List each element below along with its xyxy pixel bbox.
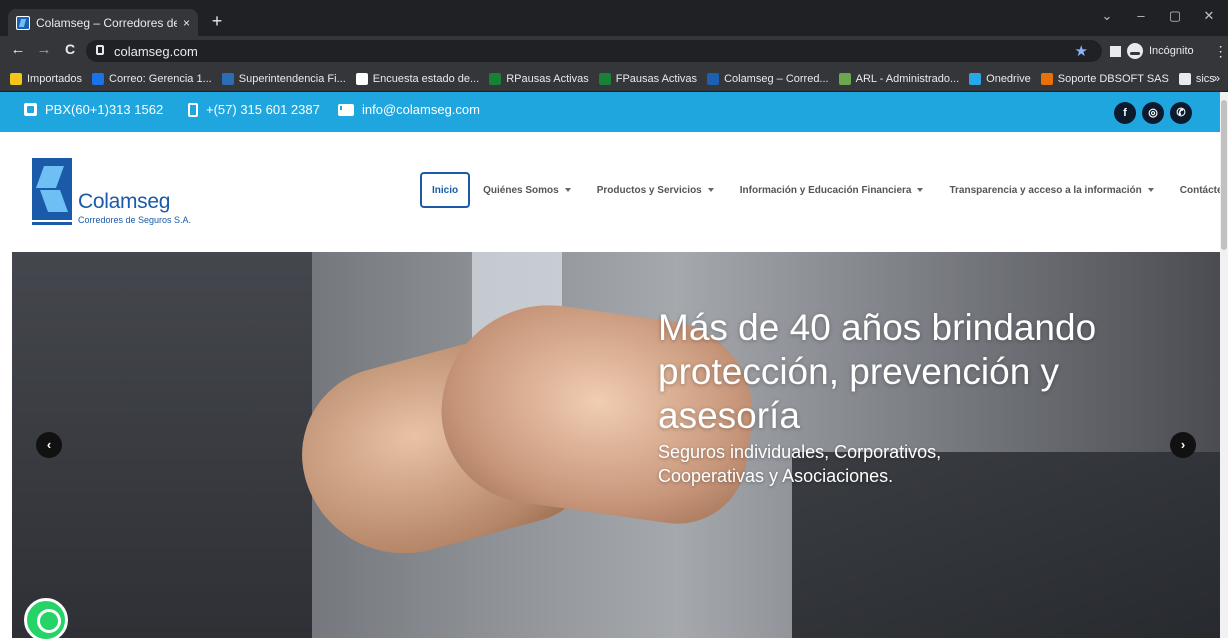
phone-text: PBX(60+1)313 1562 xyxy=(45,102,164,117)
bookmark-item[interactable]: Correo: Gerencia 1... xyxy=(92,72,212,85)
contact-bar: PBX(60+1)313 1562 +(57) 315 601 2387 inf… xyxy=(0,92,1220,132)
bookmark-item[interactable]: Importados xyxy=(10,72,83,85)
hero-title: Más de 40 años brindando protección, pre… xyxy=(658,307,1097,436)
phone-link[interactable]: PBX(60+1)313 1562 xyxy=(24,102,163,117)
whatsapp-float-button[interactable] xyxy=(24,598,68,642)
caret-down-icon xyxy=(1147,188,1154,192)
nav-item-informacion[interactable]: Información y Educación Financiera xyxy=(727,172,937,208)
lock-icon xyxy=(96,45,104,55)
google-icon xyxy=(355,72,368,85)
site-logo[interactable]: Colamseg Corredores de Seguros S.A. xyxy=(32,158,202,228)
onedrive-icon xyxy=(969,72,982,85)
logo-subtitle: Corredores de Seguros S.A. xyxy=(78,215,192,225)
mobile-phone-icon xyxy=(188,102,198,117)
caret-down-icon xyxy=(707,188,714,192)
document-icon xyxy=(1178,72,1191,85)
bookmark-item[interactable]: Soporte DBSOFT SAS xyxy=(1040,72,1169,85)
browser-menu-icon[interactable]: ⋮ xyxy=(1214,43,1228,60)
nav-label: Transparencia y acceso a la información xyxy=(949,184,1142,196)
nav-label: Inicio xyxy=(432,184,459,196)
minimize-button[interactable]: – xyxy=(1126,8,1156,23)
bookmark-item[interactable]: RPausas Activas xyxy=(489,72,589,85)
colamseg-icon xyxy=(707,72,720,85)
restore-button[interactable]: ▢ xyxy=(1160,8,1190,24)
bookmark-label: FPausas Activas xyxy=(615,72,698,85)
site-header: Colamseg Corredores de Seguros S.A. Inic… xyxy=(0,132,1228,252)
nav-item-transparencia[interactable]: Transparencia y acceso a la información xyxy=(936,172,1166,208)
slider-prev-button[interactable]: ‹ xyxy=(36,432,62,458)
phone-icon xyxy=(24,103,37,116)
bookmark-label: RPausas Activas xyxy=(506,72,589,85)
logo-mark xyxy=(32,158,72,220)
bookmark-label: Correo: Gerencia 1... xyxy=(109,72,212,85)
whatsapp-icon[interactable]: ✆ xyxy=(1170,102,1192,124)
bookmark-label: Superintendencia Fi... xyxy=(238,72,346,85)
bookmark-item[interactable]: Onedrive xyxy=(969,72,1031,85)
slider-next-button[interactable]: › xyxy=(1170,432,1196,458)
scrollbar-thumb[interactable] xyxy=(1221,100,1227,250)
logo-name: Colamseg xyxy=(78,190,171,213)
forms-icon xyxy=(598,72,611,85)
arl-icon xyxy=(838,72,851,85)
bookmark-item[interactable]: ARL - Administrado... xyxy=(838,72,960,85)
bookmark-star-icon[interactable]: ★ xyxy=(1075,42,1088,60)
nav-item-contactenos[interactable]: Contáctenos xyxy=(1167,172,1228,208)
sfc-icon xyxy=(221,72,234,85)
forward-button[interactable]: → xyxy=(34,41,54,58)
email-icon xyxy=(338,103,356,116)
bookmark-item[interactable]: FPausas Activas xyxy=(598,72,698,85)
bookmarks-more-button[interactable]: » xyxy=(1213,71,1220,85)
facebook-icon[interactable]: f xyxy=(1114,102,1136,124)
forms-icon xyxy=(489,72,502,85)
bookmark-item[interactable]: Colamseg – Corred... xyxy=(707,72,829,85)
new-tab-button[interactable]: + xyxy=(205,9,229,33)
reload-button[interactable]: C xyxy=(60,41,80,57)
nav-item-quienes-somos[interactable]: Quiénes Somos xyxy=(470,172,584,208)
browser-tabstrip: Colamseg – Corredores de segur × + ⌄ – ▢… xyxy=(0,0,1228,36)
outlook-icon xyxy=(92,72,105,85)
side-panel-icon[interactable] xyxy=(1110,45,1121,57)
email-link[interactable]: info@colamseg.com xyxy=(338,102,480,117)
bookmarks-bar: Importados Correo: Gerencia 1... Superinte… xyxy=(0,66,1228,92)
tab-close-button[interactable]: × xyxy=(183,16,190,30)
bookmark-label: Colamseg – Corred... xyxy=(724,72,829,85)
bookmark-item[interactable]: Superintendencia Fi... xyxy=(221,72,346,85)
colamseg-favicon-icon xyxy=(16,15,30,30)
nav-label: Productos y Servicios xyxy=(596,184,702,196)
url-text: colamseg.com xyxy=(114,44,198,59)
bookmark-label: Soporte DBSOFT SAS xyxy=(1057,72,1169,85)
main-nav: Inicio Quiénes Somos Productos y Servici… xyxy=(420,172,1228,208)
hero-slider: Más de 40 años brindando protección, pre… xyxy=(12,252,1220,638)
caret-down-icon xyxy=(564,188,571,192)
mobile-text: +(57) 315 601 2387 xyxy=(206,102,320,117)
nav-item-inicio[interactable]: Inicio xyxy=(420,172,471,208)
bookmark-label: Importados xyxy=(27,72,83,85)
browser-toolbar: ← → C colamseg.com ★ Incógnito ⋮ xyxy=(0,36,1228,66)
logo-underline xyxy=(32,222,72,225)
tab-search-icon[interactable]: ⌄ xyxy=(1092,8,1122,24)
bookmark-label: Onedrive xyxy=(986,72,1031,85)
address-bar[interactable]: colamseg.com ★ xyxy=(86,40,1102,62)
mobile-link[interactable]: +(57) 315 601 2387 xyxy=(188,102,320,117)
bookmark-item[interactable]: sics xyxy=(1178,72,1215,85)
close-window-button[interactable]: ✕ xyxy=(1194,8,1224,24)
back-button[interactable]: ← xyxy=(8,41,28,58)
bookmark-label: Encuesta estado de... xyxy=(372,72,480,85)
tab-title: Colamseg – Corredores de segur xyxy=(36,15,177,30)
bookmark-label: ARL - Administrado... xyxy=(855,72,960,85)
incognito-icon[interactable] xyxy=(1127,43,1143,59)
nav-item-productos[interactable]: Productos y Servicios xyxy=(584,172,727,208)
nav-label: Información y Educación Financiera xyxy=(739,184,912,196)
bookmark-item[interactable]: Encuesta estado de... xyxy=(355,72,480,85)
hero-subtitle: Seguros individuales, Corporativos, Coop… xyxy=(658,442,942,486)
dbsoft-icon xyxy=(1040,72,1053,85)
nav-label: Quiénes Somos xyxy=(483,184,559,196)
folder-icon xyxy=(10,72,22,85)
instagram-icon[interactable]: ◎ xyxy=(1142,102,1164,124)
caret-down-icon xyxy=(917,188,924,192)
browser-tab[interactable]: Colamseg – Corredores de segur × xyxy=(8,9,198,36)
email-text: info@colamseg.com xyxy=(362,102,480,117)
profile-label[interactable]: Incógnito xyxy=(1149,45,1194,57)
bookmark-label: sics xyxy=(1195,72,1215,85)
